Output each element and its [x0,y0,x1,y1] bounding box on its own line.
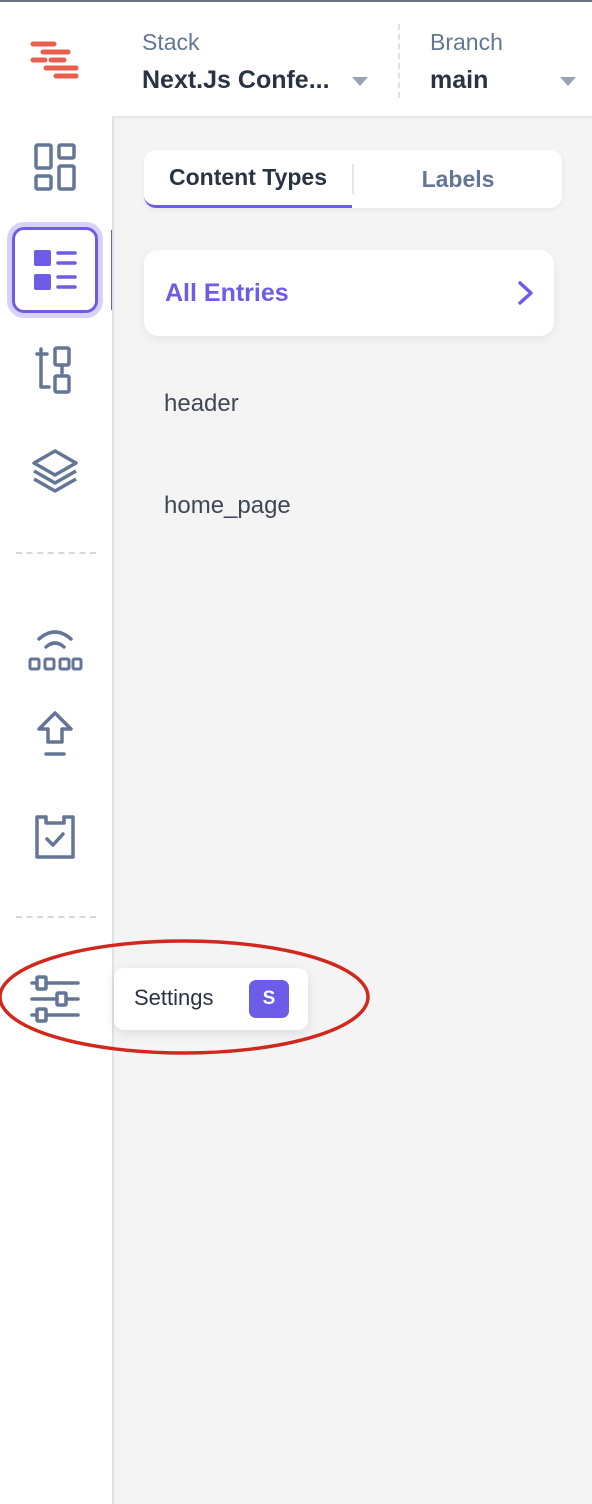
nav-dashboard[interactable] [12,124,98,210]
branch-selector[interactable]: Branch main [430,28,580,95]
entries-list-icon [34,250,77,290]
rail-divider [16,552,96,554]
header-divider [398,24,400,98]
all-entries-item[interactable]: All Entries [144,250,554,336]
stack-selector[interactable]: Stack Next.Js Confe... [142,28,382,95]
panel-tabs: Content Types Labels [144,150,562,208]
app-window: Stack Next.Js Confe... Branch main Conte… [0,0,592,1504]
settings-tooltip: Settings S [114,968,308,1030]
chevron-right-icon [518,281,533,305]
branch-label: Branch [430,29,503,55]
content-model-tree-icon [35,346,71,394]
nav-settings[interactable] [12,956,98,1042]
nav-layers[interactable] [12,428,98,514]
rail-divider [16,916,96,918]
tooltip-label: Settings [134,985,214,1010]
layers-icon [32,449,78,493]
dashboard-icon [34,143,76,191]
nav-content-models[interactable] [12,328,98,414]
content-type-item-header[interactable]: header [164,390,239,418]
stack-caret-down-icon [352,77,368,86]
left-nav-rail [0,116,112,1504]
nav-publish[interactable] [12,692,98,778]
signal-icon [28,630,83,671]
stack-name: Next.Js Confe... [142,66,330,94]
nav-tasks[interactable] [12,794,98,880]
content-types-panel: Content Types Labels All Entries header … [112,116,592,1504]
tab-content-types[interactable]: Content Types [144,150,352,208]
nav-signal[interactable] [12,606,98,692]
branch-caret-down-icon [560,77,576,86]
contentstack-logo-icon[interactable] [28,38,84,82]
nav-entries[interactable] [12,227,98,313]
shortcut-key-badge: S [249,980,289,1018]
tab-labels[interactable]: Labels [354,150,562,208]
stack-label: Stack [142,29,200,55]
all-entries-label: All Entries [165,278,289,307]
publish-upload-icon [37,711,73,756]
settings-sliders-icon [30,975,80,1023]
content-type-item-home-page[interactable]: home_page [164,492,291,520]
branch-name: main [430,66,489,94]
header-bar: Stack Next.Js Confe... Branch main [0,2,592,116]
clipboard-check-icon [35,815,75,859]
